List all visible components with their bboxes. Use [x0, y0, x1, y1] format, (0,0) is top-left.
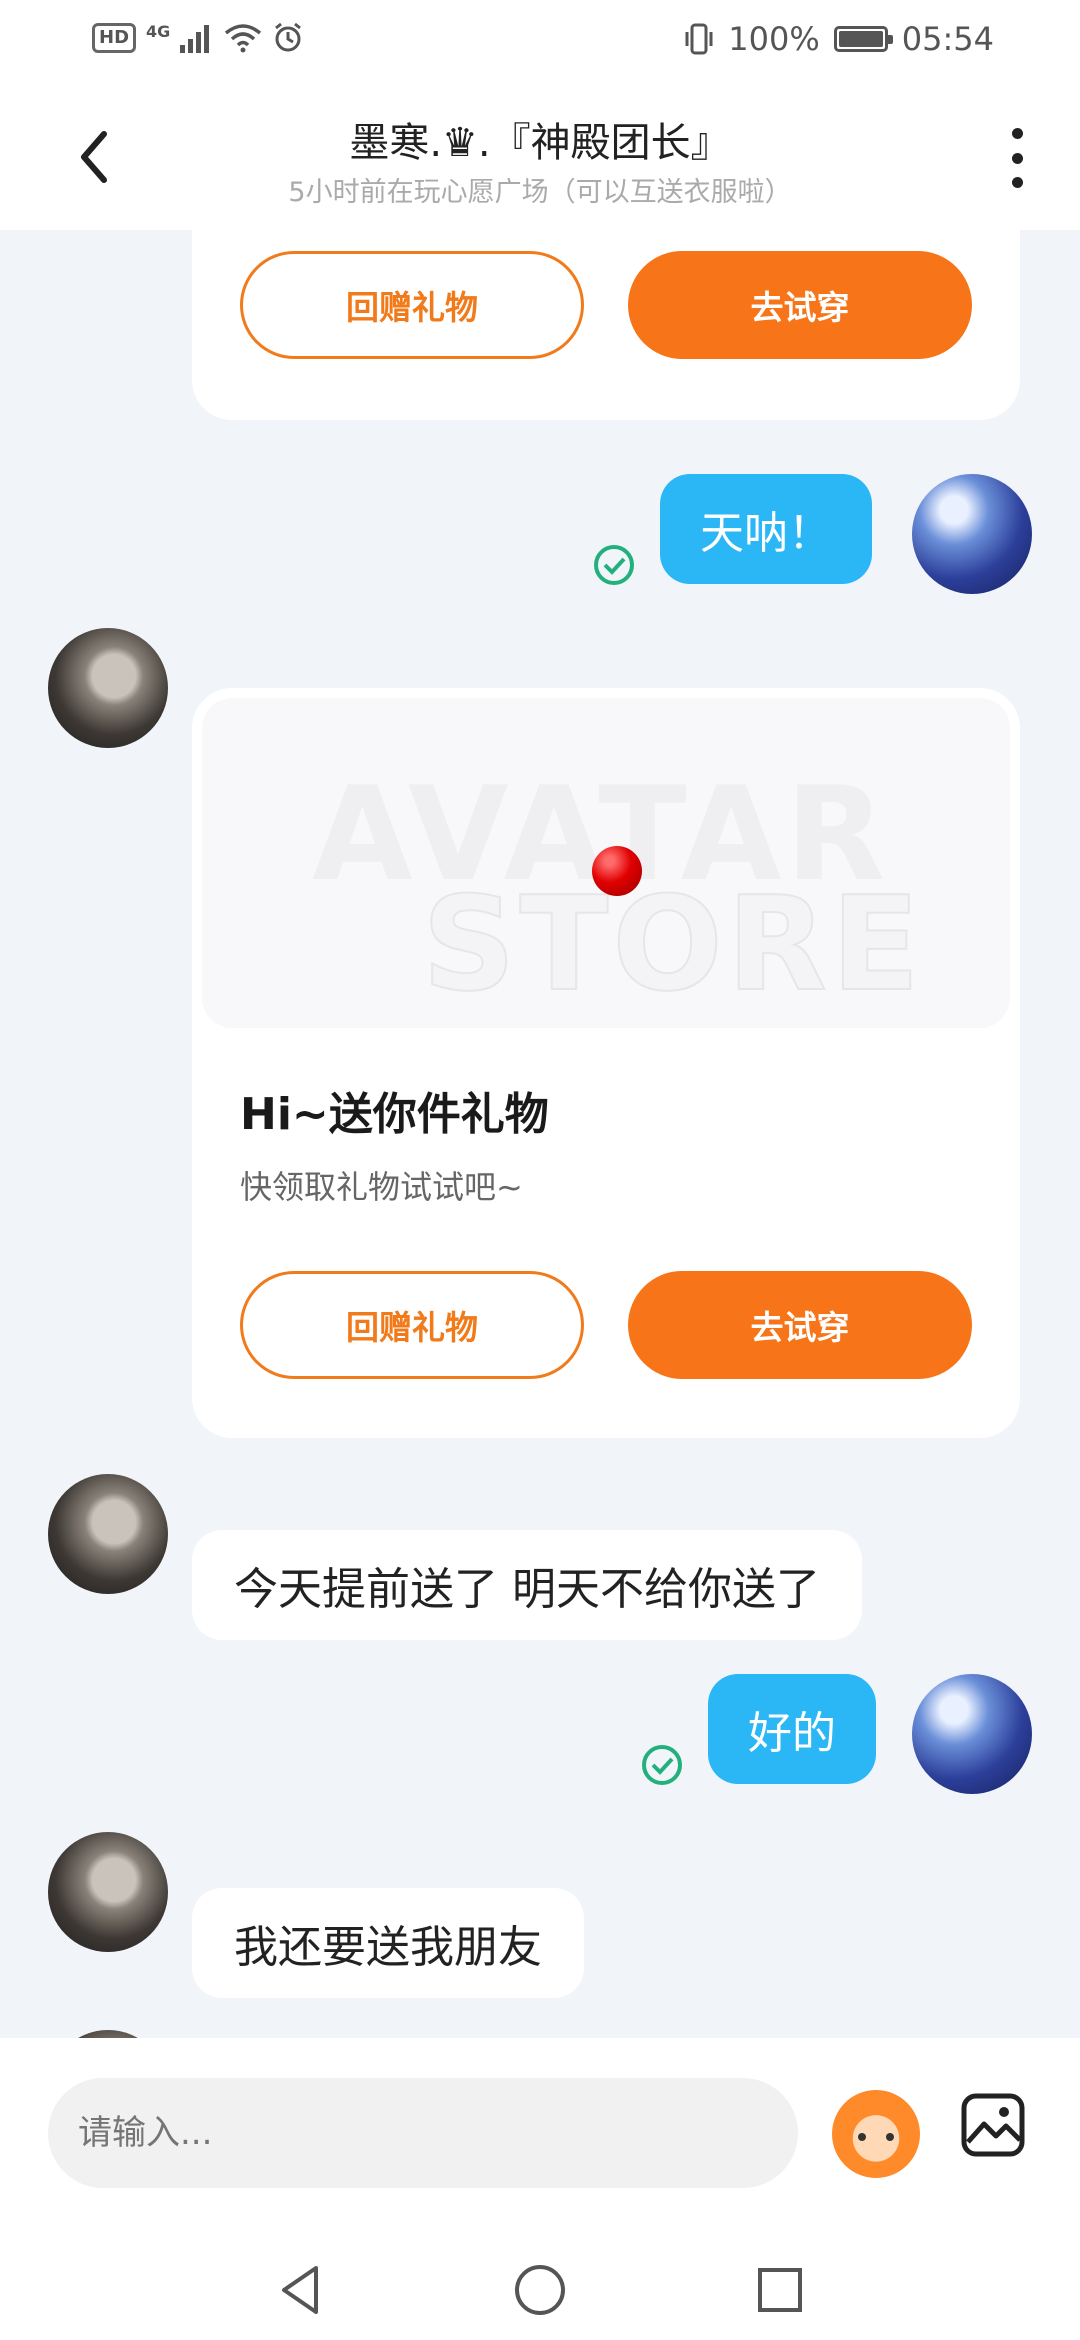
gift-image: AVATAR STORE: [202, 698, 1010, 1028]
status-bar: HD 4G 100% 05:54: [0, 0, 1080, 84]
read-check-icon: [594, 545, 634, 585]
network-type: 4G: [146, 21, 171, 41]
message-input-bar: [0, 2038, 1080, 2240]
contact-status: 5小时前在玩心愿广场（可以互送衣服啦）: [288, 177, 792, 208]
gift-card[interactable]: AVATAR STORE Hi~送你件礼物 快领取礼物试试吧~ 回赠礼物 去试穿: [192, 688, 1020, 1438]
message-input[interactable]: [48, 2078, 798, 2188]
read-check-icon: [642, 1745, 682, 1785]
signal-icon: [180, 25, 210, 53]
my-avatar[interactable]: [912, 474, 1032, 594]
system-nav-bar: [0, 2240, 1080, 2340]
their-message-bubble[interactable]: 今天提前送了 明天不给你送了: [192, 1530, 862, 1640]
wifi-icon: [225, 24, 262, 53]
battery-percent: 100%: [728, 20, 820, 58]
my-avatar[interactable]: [912, 1674, 1032, 1794]
more-menu-icon[interactable]: [1002, 128, 1032, 188]
contact-avatar[interactable]: [48, 2030, 168, 2038]
return-gift-button[interactable]: 回赠礼物: [240, 1271, 584, 1379]
emoji-mascot-icon[interactable]: [832, 2090, 920, 2178]
chat-header: 墨寒.♛.『神殿团长』 5小时前在玩心愿广场（可以互送衣服啦）: [0, 84, 1080, 230]
return-gift-button[interactable]: 回赠礼物: [240, 251, 584, 359]
image-icon[interactable]: [960, 2092, 1026, 2158]
contact-name: 墨寒.♛.『神殿团长』: [349, 120, 731, 166]
try-on-button[interactable]: 去试穿: [628, 1271, 972, 1379]
gift-ball-icon: [592, 846, 642, 896]
contact-avatar[interactable]: [48, 1832, 168, 1952]
clock: 05:54: [901, 20, 994, 58]
nav-back-icon[interactable]: [270, 2260, 330, 2320]
gift-card-description: 快领取礼物试试吧~: [240, 1168, 523, 1206]
vibrate-icon: [685, 23, 713, 55]
gift-card-title: Hi~送你件礼物: [240, 1089, 549, 1140]
their-message-bubble[interactable]: 我还要送我朋友: [192, 1888, 584, 1998]
status-left: HD 4G: [92, 22, 304, 54]
watermark-store: STORE: [421, 867, 924, 1021]
my-message-bubble[interactable]: 天呐！: [660, 474, 872, 584]
contact-avatar[interactable]: [48, 628, 168, 748]
my-message-bubble[interactable]: 好的: [708, 1674, 876, 1784]
nav-recents-icon[interactable]: [750, 2260, 810, 2320]
hd-icon: HD: [92, 23, 137, 53]
status-right: 100% 05:54: [684, 20, 994, 58]
gift-card-partial: 回赠礼物 去试穿: [192, 230, 1020, 420]
alarm-icon: [275, 22, 302, 52]
chat-messages[interactable]: 回赠礼物 去试穿 天呐！ AVATAR STORE Hi~送你件礼物 快领取礼物…: [0, 230, 1080, 2038]
nav-home-icon[interactable]: [510, 2260, 570, 2320]
try-on-button[interactable]: 去试穿: [628, 251, 972, 359]
contact-avatar[interactable]: [48, 1474, 168, 1594]
battery-icon: [833, 26, 893, 52]
